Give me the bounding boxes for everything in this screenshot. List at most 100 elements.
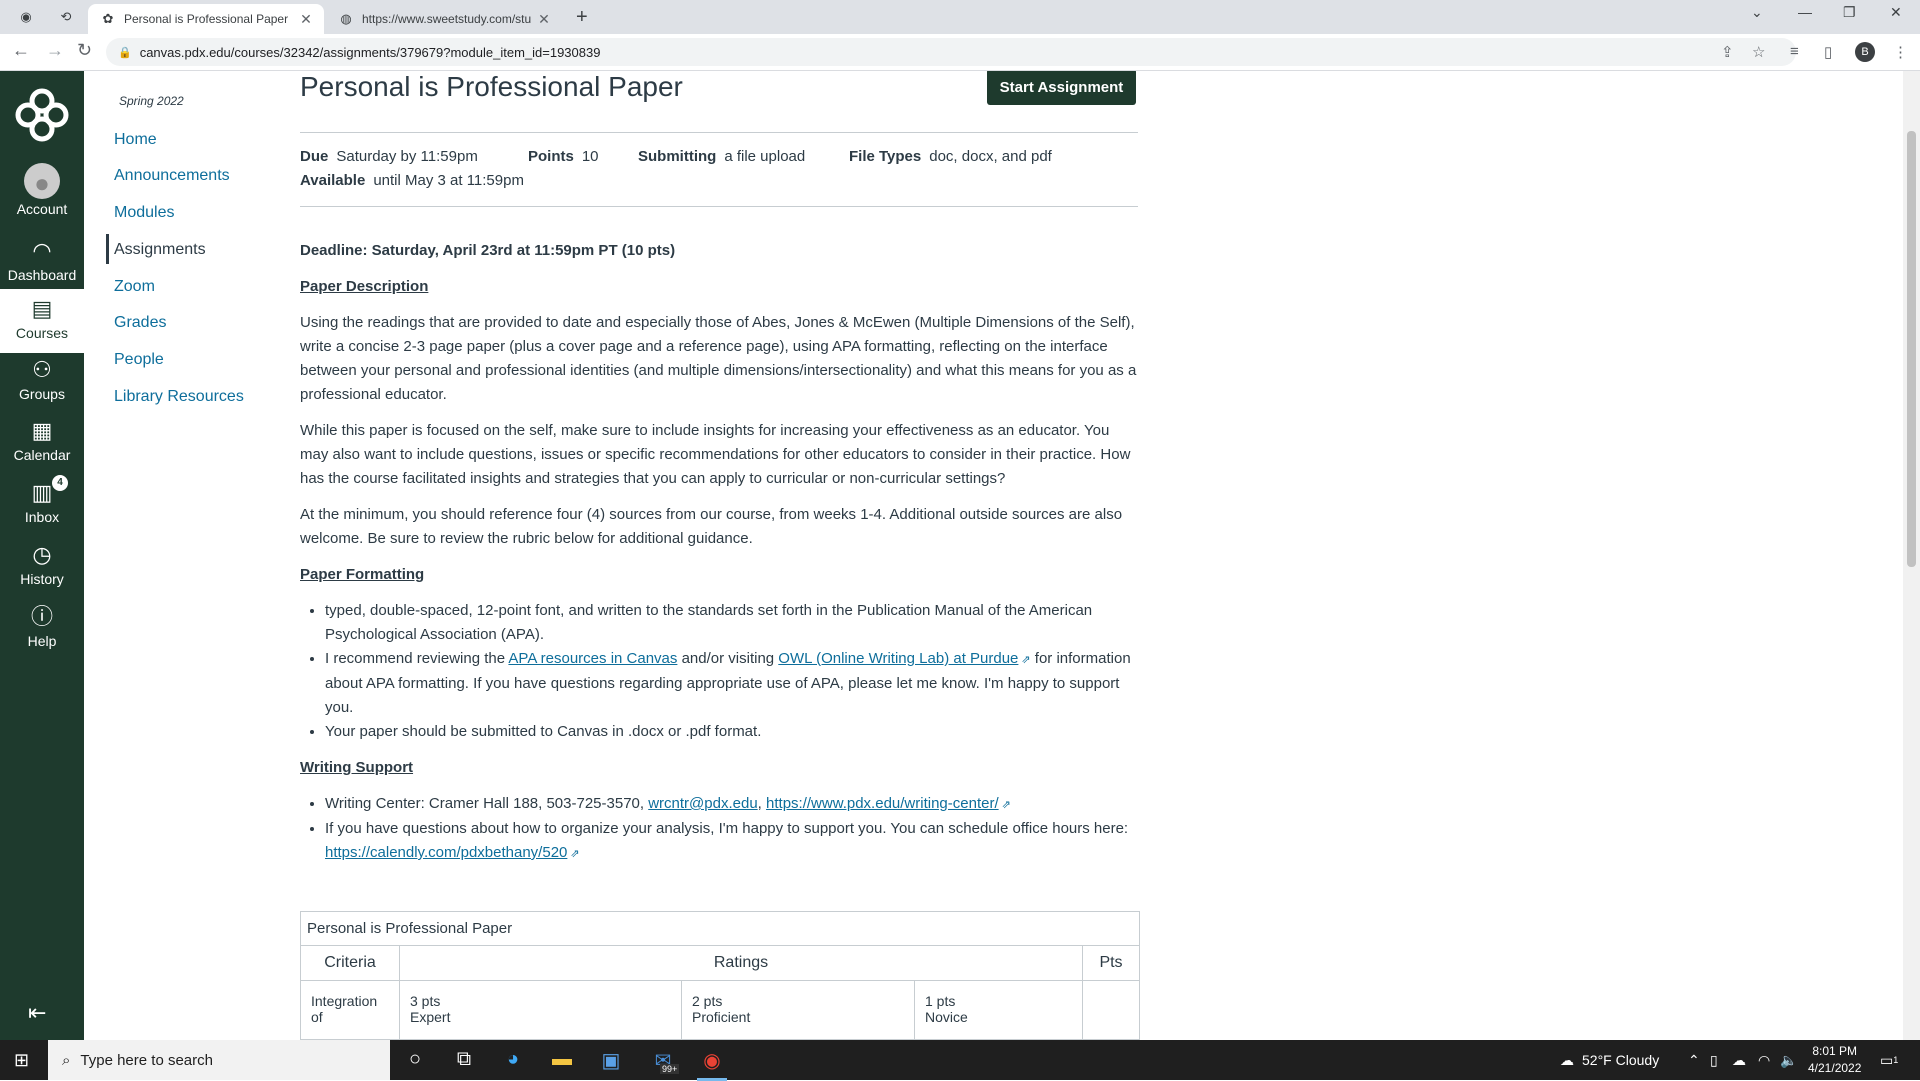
- system-clock[interactable]: 8:01 PM 4/21/2022: [1808, 1043, 1861, 1077]
- global-nav-account[interactable]: ● Account: [0, 163, 84, 217]
- restore-button[interactable]: ❐: [1843, 4, 1856, 21]
- inbox-unread-badge: 4: [52, 475, 68, 491]
- paragraph: While this paper is focused on the self,…: [300, 422, 1131, 487]
- external-link-icon: ⇗: [1001, 799, 1011, 811]
- page-scrollbar[interactable]: [1903, 71, 1920, 1040]
- course-nav-modules[interactable]: Modules: [114, 204, 174, 222]
- dashboard-icon: ◠: [32, 238, 52, 263]
- close-tab-icon[interactable]: ✕: [536, 11, 552, 28]
- windows-start-icon[interactable]: ⊞: [14, 1050, 29, 1071]
- external-link-icon: ⇗: [1021, 654, 1031, 666]
- edge-icon[interactable]: ◕: [498, 1048, 528, 1071]
- account-icon: ●: [24, 163, 60, 199]
- list-item: If you have questions about how to organ…: [325, 817, 1138, 866]
- onedrive-icon[interactable]: ☁: [1732, 1040, 1746, 1080]
- wifi-icon[interactable]: ◠: [1758, 1040, 1770, 1080]
- global-nav-dashboard[interactable]: ◠ Dashboard: [0, 237, 84, 283]
- globe-icon: ◍: [340, 11, 352, 26]
- rubric-col-ratings: Ratings: [400, 946, 1083, 980]
- profile-avatar[interactable]: B: [1855, 42, 1875, 62]
- course-nav-zoom[interactable]: Zoom: [114, 278, 155, 296]
- course-navigation: Spring 2022 Home Announcements Modules A…: [84, 71, 284, 1040]
- owl-purdue-link[interactable]: OWL (Online Writing Lab) at Purdue: [778, 650, 1018, 667]
- pinned-tab-icon[interactable]: ◉: [16, 7, 36, 27]
- paragraph: Using the readings that are provided to …: [300, 314, 1137, 403]
- scrollbar-thumb[interactable]: [1907, 131, 1916, 567]
- address-bar-row: ← → ↻ 🔒 canvas.pdx.edu/courses/32342/ass…: [0, 34, 1920, 71]
- course-nav-library-resources[interactable]: Library Resources: [114, 388, 244, 406]
- writing-center-email-link[interactable]: wrcntr@pdx.edu: [648, 795, 757, 812]
- courses-icon: ▤: [31, 296, 53, 321]
- task-view-icon[interactable]: ⧉: [449, 1048, 479, 1071]
- course-nav-people[interactable]: People: [114, 351, 164, 369]
- divider: [300, 132, 1138, 133]
- start-assignment-button[interactable]: Start Assignment: [987, 71, 1136, 105]
- taskbar-search-box[interactable]: ⌕ Type here to search: [48, 1040, 390, 1080]
- global-nav-courses[interactable]: ▤ Courses: [0, 289, 84, 353]
- pinned-tab-icon[interactable]: ⟲: [56, 7, 76, 27]
- apa-resources-link[interactable]: APA resources in Canvas: [508, 650, 677, 667]
- notification-icon[interactable]: ▭ 1: [1880, 1040, 1898, 1080]
- list-item: Your paper should be submitted to Canvas…: [325, 720, 1138, 744]
- side-panel-icon[interactable]: ▯: [1824, 43, 1832, 61]
- history-icon: ◷: [32, 542, 52, 567]
- course-nav-grades[interactable]: Grades: [114, 314, 166, 332]
- chrome-icon[interactable]: ◉: [697, 1048, 727, 1081]
- device-icon[interactable]: ▯: [1710, 1040, 1718, 1080]
- submitting-field: Submitting a file upload: [638, 148, 806, 165]
- collapse-nav-icon[interactable]: ⇤: [28, 1000, 46, 1026]
- global-nav-history[interactable]: ◷ History: [0, 541, 84, 587]
- weather-widget[interactable]: ☁ 52°F Cloudy: [1560, 1040, 1659, 1080]
- close-tab-icon[interactable]: ✕: [298, 11, 314, 28]
- paragraph: At the minimum, you should reference fou…: [300, 506, 1123, 547]
- global-nav-inbox[interactable]: ▥ 4 Inbox: [0, 475, 84, 525]
- calendly-link[interactable]: https://calendly.com/pdxbethany/520: [325, 844, 567, 861]
- bookmark-star-icon[interactable]: ☆: [1752, 43, 1765, 61]
- global-nav-groups[interactable]: ⚇ Groups: [0, 356, 84, 402]
- divider: [300, 206, 1138, 207]
- menu-kebab-icon[interactable]: ⋮: [1893, 43, 1908, 61]
- forward-button[interactable]: →: [46, 40, 64, 61]
- global-nav-help[interactable]: ⓘ Help: [0, 603, 84, 649]
- cortana-icon[interactable]: ○: [400, 1048, 430, 1071]
- store-icon[interactable]: ▣: [596, 1048, 626, 1073]
- minimize-button[interactable]: —: [1798, 4, 1812, 20]
- rubric-header-row: Criteria Ratings Pts: [301, 946, 1139, 981]
- writing-center-url-link[interactable]: https://www.pdx.edu/writing-center/: [766, 795, 999, 812]
- reload-button[interactable]: ↻: [77, 40, 92, 61]
- volume-icon[interactable]: 🔈: [1780, 1040, 1797, 1080]
- close-window-button[interactable]: ✕: [1890, 4, 1902, 21]
- active-indicator: [106, 234, 109, 264]
- browser-tab-active[interactable]: ✿ Personal is Professional Paper ✕: [88, 4, 324, 34]
- rubric-table: Personal is Professional Paper Criteria …: [300, 911, 1140, 1040]
- section-heading-formatting: Paper Formatting: [300, 566, 425, 583]
- rubric-col-pts: Pts: [1099, 954, 1123, 971]
- cloud-icon: ☁: [1560, 1051, 1574, 1068]
- show-hidden-icons[interactable]: ⌃: [1688, 1040, 1700, 1080]
- course-nav-assignments[interactable]: Assignments: [114, 241, 206, 259]
- calendar-icon: ▦: [31, 418, 53, 443]
- tab-search-icon[interactable]: ⌄: [1751, 4, 1763, 21]
- back-button[interactable]: ←: [12, 40, 30, 61]
- points-field: Points 10: [528, 148, 599, 165]
- course-nav-announcements[interactable]: Announcements: [114, 167, 230, 185]
- windows-taskbar: ⊞ ⌕ Type here to search ○ ⧉ ◕ ▬ ▣ ✉ 99+ …: [0, 1040, 1920, 1081]
- url-bar[interactable]: 🔒 canvas.pdx.edu/courses/32342/assignmen…: [106, 38, 1796, 66]
- browser-tab[interactable]: ◍ https://www.sweetstudy.com/stu ✕: [326, 4, 562, 34]
- course-nav-home[interactable]: Home: [114, 131, 157, 149]
- deadline-text: Deadline: Saturday, April 23rd at 11:59p…: [300, 242, 676, 259]
- formatting-list: typed, double-spaced, 12-point font, and…: [300, 599, 1138, 744]
- share-icon[interactable]: ⇪: [1721, 43, 1734, 61]
- help-icon: ⓘ: [30, 604, 53, 629]
- reading-list-icon[interactable]: ≡: [1790, 43, 1799, 60]
- writing-support-list: Writing Center: Cramer Hall 188, 503-725…: [300, 792, 1138, 866]
- psu-logo-icon[interactable]: [10, 83, 74, 147]
- global-nav-calendar[interactable]: ▦ Calendar: [0, 417, 84, 463]
- file-explorer-icon[interactable]: ▬: [547, 1048, 577, 1071]
- rubric-rating-proficient: 2 pts Proficient: [682, 981, 915, 1039]
- term-label: Spring 2022: [119, 94, 184, 108]
- new-tab-button[interactable]: +: [576, 6, 588, 29]
- rubric-row: Integration of 3 pts Expert 2 pts Proficie…: [301, 981, 1139, 1039]
- lock-icon: 🔒: [118, 46, 132, 59]
- list-item: Writing Center: Cramer Hall 188, 503-725…: [325, 792, 1138, 817]
